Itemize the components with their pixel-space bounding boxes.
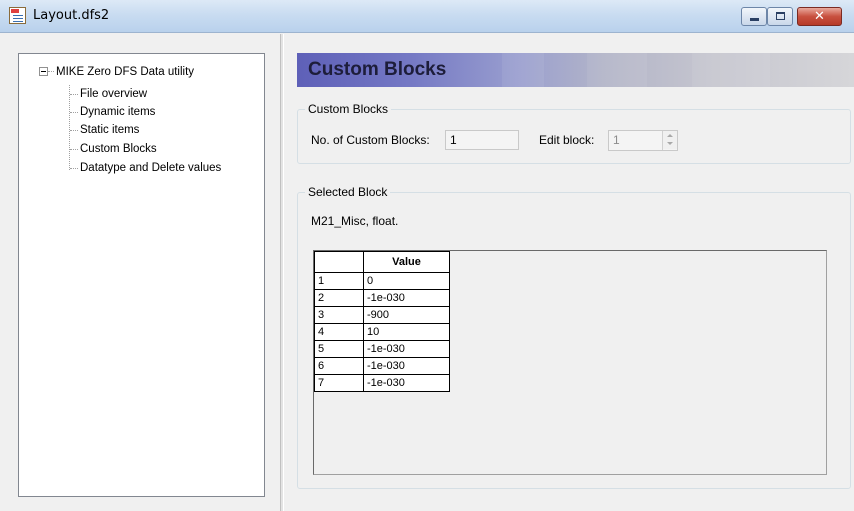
tree-root-item[interactable]: MIKE Zero DFS Data utility (56, 64, 194, 80)
navigation-tree[interactable]: MIKE Zero DFS Data utility File overview… (18, 53, 265, 497)
value-cell[interactable]: -1e-030 (363, 374, 450, 392)
table-row[interactable]: 4 10 (314, 323, 450, 341)
row-index[interactable]: 1 (314, 272, 364, 290)
row-index[interactable]: 7 (314, 374, 364, 392)
tree-item-custom-blocks[interactable]: Custom Blocks (80, 141, 157, 157)
custom-blocks-count-label: No. of Custom Blocks: (311, 133, 430, 147)
table-row[interactable]: 2 -1e-030 (314, 289, 450, 307)
value-cell[interactable]: 10 (363, 323, 450, 341)
edit-block-label: Edit block: (539, 133, 595, 147)
selected-block-description: M21_Misc, float. (311, 214, 399, 228)
page-title: Custom Blocks (308, 59, 447, 80)
close-icon: ✕ (814, 9, 825, 24)
row-index[interactable]: 3 (314, 306, 364, 324)
window-title: Layout.dfs2 (33, 8, 110, 23)
row-index[interactable]: 4 (314, 323, 364, 341)
value-cell[interactable]: -900 (363, 306, 450, 324)
custom-blocks-count-field: 1 (445, 130, 519, 150)
value-cell[interactable]: -1e-030 (363, 357, 450, 375)
minimize-icon (750, 18, 759, 21)
page-header: Custom Blocks (297, 53, 854, 87)
tree-item-static-items[interactable]: Static items (80, 122, 139, 138)
column-header-value[interactable]: Value (363, 251, 450, 273)
block-values-grid[interactable]: Value 1 0 2 -1e-030 3 -900 4 10 5 -1e-03 (313, 250, 827, 475)
maximize-button[interactable] (767, 7, 793, 26)
table-row[interactable]: 7 -1e-030 (314, 374, 450, 392)
values-table: Value 1 0 2 -1e-030 3 -900 4 10 5 -1e-03 (314, 251, 450, 392)
row-index[interactable]: 2 (314, 289, 364, 307)
tree-item-file-overview[interactable]: File overview (80, 86, 147, 102)
minimize-button[interactable] (741, 7, 767, 26)
table-row[interactable]: 3 -900 (314, 306, 450, 324)
close-button[interactable]: ✕ (797, 7, 842, 26)
title-bar: Layout.dfs2 ✕ (0, 0, 854, 33)
app-document-icon[interactable] (9, 7, 26, 24)
row-index[interactable]: 5 (314, 340, 364, 358)
table-row[interactable]: 1 0 (314, 272, 450, 290)
maximize-icon (776, 12, 785, 20)
value-cell[interactable]: -1e-030 (363, 289, 450, 307)
group-title: Custom Blocks (305, 102, 392, 116)
table-row[interactable]: 6 -1e-030 (314, 357, 450, 375)
edit-block-value: 1 (613, 133, 620, 147)
tree-item-datatype-delete-values[interactable]: Datatype and Delete values (80, 160, 221, 176)
table-row[interactable]: 5 -1e-030 (314, 340, 450, 358)
tree-item-dynamic-items[interactable]: Dynamic items (80, 104, 155, 120)
value-cell[interactable]: 0 (363, 272, 450, 290)
collapse-icon[interactable] (39, 67, 48, 76)
spin-down-icon[interactable] (663, 140, 677, 149)
grid-corner-cell[interactable] (314, 251, 364, 273)
edit-block-stepper[interactable]: 1 (608, 130, 678, 151)
group-title: Selected Block (305, 185, 391, 199)
value-cell[interactable]: -1e-030 (363, 340, 450, 358)
row-index[interactable]: 6 (314, 357, 364, 375)
panel-splitter[interactable] (280, 34, 284, 511)
